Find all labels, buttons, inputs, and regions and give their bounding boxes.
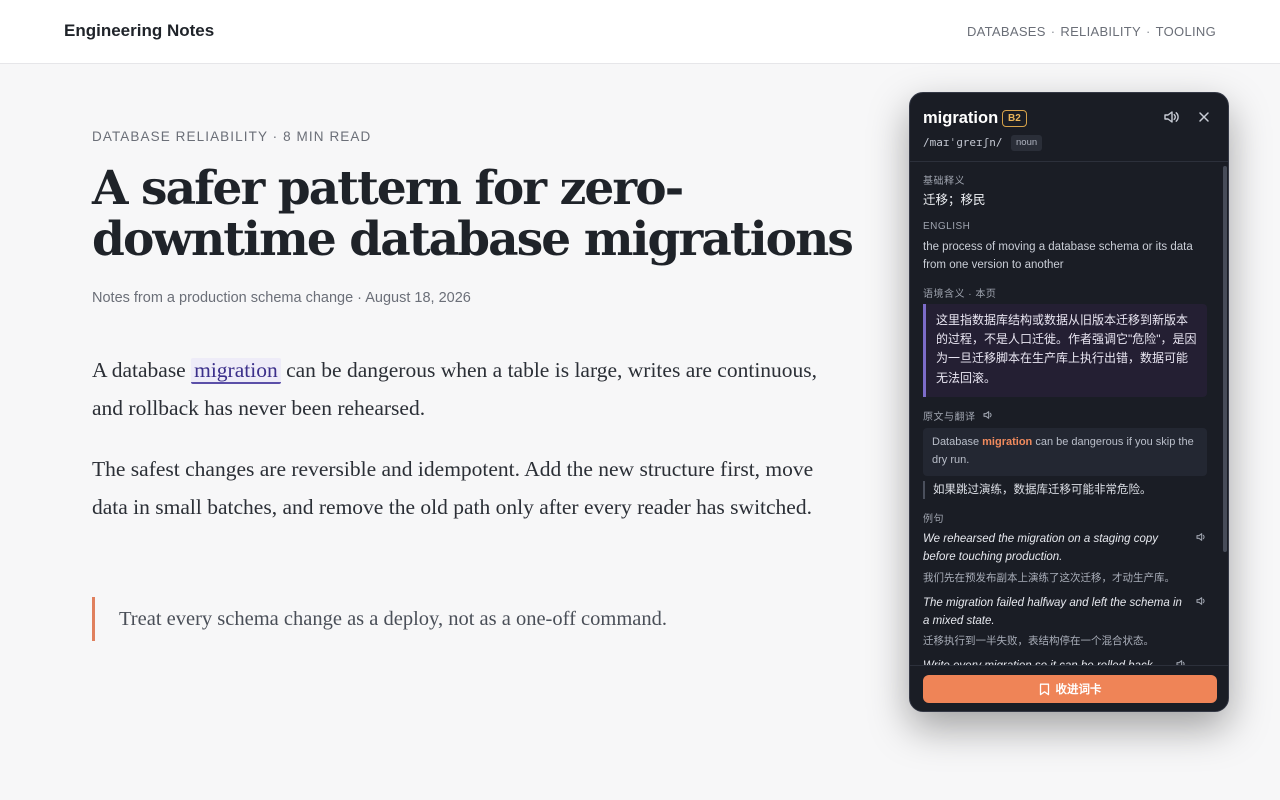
source-text: Database	[932, 436, 983, 448]
source-label: 原文与翻译	[923, 412, 976, 423]
nav-item-databases[interactable]: DATABASES	[967, 24, 1046, 39]
pull-quote: Treat every schema change as a deploy, n…	[92, 597, 667, 641]
example-sentence: Write every migration so it can be rolle…	[923, 657, 1191, 665]
phonetic: /maɪˈɡreɪʃn/	[923, 136, 1003, 149]
site-header: Engineering Notes DATABASES · RELIABILIT…	[0, 0, 1280, 64]
popup-scrollbar[interactable]	[1223, 166, 1227, 552]
paragraph-text: A database	[92, 358, 192, 382]
source-sentence: Database migration can be dangerous if y…	[923, 428, 1207, 476]
basic-meaning: 迁移；移民	[923, 193, 986, 207]
example-translation: 迁移执行到一半失败，表结构停在一个混合状态。	[923, 635, 1154, 647]
context-meaning: 这里指数据库结构或数据从旧版本迁移到新版本的过程，不是人口迁徙。作者强调它"危险…	[923, 304, 1207, 397]
dictionary-popup: migration B2 /maɪˈɡreɪʃn/ noun 基础释义 迁移；移…	[909, 92, 1229, 712]
part-of-speech-badge: noun	[1011, 135, 1043, 151]
highlighted-word[interactable]: migration	[191, 358, 281, 384]
source-highlighted-word: migration	[982, 436, 1033, 448]
nav-item-reliability[interactable]: RELIABILITY	[1060, 24, 1141, 39]
popup-word: migration	[923, 109, 999, 127]
nav-separator: ·	[1145, 24, 1151, 39]
english-label: ENGLISH	[923, 221, 971, 232]
speaker-icon[interactable]	[1195, 595, 1207, 607]
bookmark-icon	[1039, 683, 1050, 696]
example-sentence: We rehearsed the migration on a staging …	[923, 533, 1159, 563]
brand-logo[interactable]: Engineering Notes	[64, 21, 214, 41]
speaker-icon[interactable]	[1195, 531, 1207, 543]
popup-body[interactable]: 基础释义 迁移；移民 ENGLISH the process of moving…	[910, 163, 1228, 665]
popup-footer: 收进词卡	[910, 665, 1228, 711]
article-kicker: DATABASE RELIABILITY · 8 MIN READ	[92, 129, 372, 144]
level-badge: B2	[1002, 110, 1027, 127]
article-meta: Notes from a production schema change · …	[92, 290, 471, 306]
speaker-icon[interactable]	[1162, 108, 1180, 126]
basic-meaning-label: 基础释义	[923, 176, 965, 187]
source-translation: 如果跳过演练，数据库迁移可能非常危险。	[923, 481, 1152, 499]
example-translation: 我们先在预发布副本上演练了这次迁移，才动生产库。	[923, 572, 1175, 584]
nav-separator: ·	[1050, 24, 1056, 39]
popup-header: migration B2 /maɪˈɡreɪʃn/ noun	[910, 93, 1228, 162]
top-nav: DATABASES · RELIABILITY · TOOLING	[967, 24, 1216, 39]
nav-item-tooling[interactable]: TOOLING	[1156, 24, 1216, 39]
article-title: A safer pattern for zero-downtime databa…	[92, 161, 854, 267]
paragraph-2: The safest changes are reversible and id…	[92, 457, 814, 519]
speaker-icon[interactable]	[1175, 658, 1187, 665]
speaker-icon[interactable]	[982, 409, 994, 421]
save-button-label: 收进词卡	[1055, 682, 1102, 696]
example-sentence: The migration failed halfway and left th…	[923, 597, 1182, 627]
context-meaning-label: 语境含义 · 本页	[923, 289, 997, 300]
english-definition: the process of moving a database schema …	[923, 241, 1193, 271]
close-icon[interactable]	[1195, 108, 1213, 126]
save-to-wordcard-button[interactable]: 收进词卡	[923, 675, 1217, 703]
paragraph-1: A database migration can be dangerous wh…	[92, 352, 837, 427]
examples-label: 例句	[923, 514, 944, 525]
